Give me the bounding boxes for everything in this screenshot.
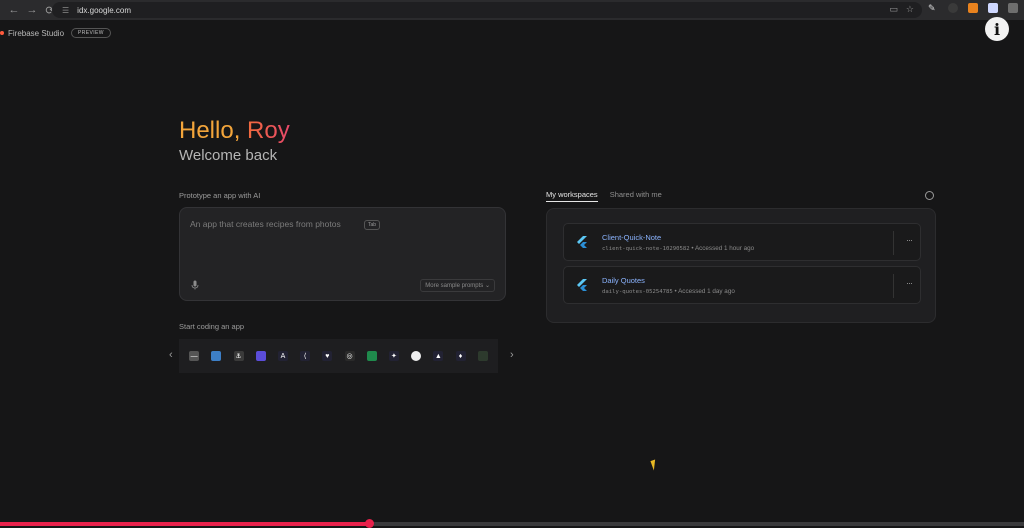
greeting-user-name: Roy <box>247 117 290 144</box>
android-icon[interactable]: ⚓ <box>233 351 244 361</box>
workspace-accessed: Accessed 1 hour ago <box>694 245 755 252</box>
dash-icon[interactable]: — <box>189 351 200 361</box>
more-sample-prompts-button[interactable]: More sample prompts ⌄ <box>420 279 495 292</box>
workspace-row[interactable]: Client-Quick-Note client-quick-note-1029… <box>563 223 921 261</box>
brand-name[interactable]: Firebase Studio <box>8 29 64 38</box>
prompt-placeholder: An app that creates recipes from photos <box>190 219 341 229</box>
nextjs-icon[interactable] <box>255 351 266 361</box>
greeting-hello: Hello, <box>179 117 241 144</box>
extension-dark-icon[interactable] <box>948 3 958 13</box>
app-header: Firebase Studio PREVIEW <box>0 26 111 40</box>
prototype-label: Prototype an app with AI <box>179 191 261 200</box>
extension-orange-icon[interactable] <box>968 3 978 13</box>
vue-icon[interactable] <box>366 351 377 361</box>
angular-icon[interactable]: ▲ <box>433 351 444 361</box>
template-carousel: — ⚓ A ⟨ ♥ ◎ ✦ ▲ ♦ <box>179 339 498 373</box>
tab-hint-chip: Tab <box>364 220 381 230</box>
blank-icon[interactable] <box>477 351 488 361</box>
video-progress-fill <box>0 522 369 526</box>
more-options-icon[interactable]: ··· <box>906 278 913 288</box>
site-info-icon[interactable]: ☰ <box>62 6 69 15</box>
workspace-list: Client-Quick-Note client-quick-note-1029… <box>546 208 936 323</box>
mouse-cursor-icon <box>650 459 659 471</box>
greeting-heading: Hello, Roy <box>179 117 290 145</box>
github-icon[interactable]: ◎ <box>344 351 355 361</box>
svelte-icon[interactable]: ♥ <box>322 351 333 361</box>
tab-my-workspaces[interactable]: My workspaces <box>546 190 598 202</box>
back-arrow-icon[interactable]: ← <box>6 2 22 18</box>
extensions-area: ✎ <box>928 3 1018 13</box>
chevron-down-icon: ⌄ <box>484 283 490 289</box>
workspace-meta: client-quick-note-10290582 • Accessed 1 … <box>602 245 754 252</box>
workspace-meta: daily-quotes-05254785 • Accessed 1 day a… <box>602 288 735 295</box>
tab-shared-with-me[interactable]: Shared with me <box>610 190 662 202</box>
node-icon[interactable]: ♦ <box>455 351 466 361</box>
meta-separator: • <box>691 245 694 252</box>
more-options-icon[interactable]: ··· <box>906 235 913 245</box>
flutter-logo-icon <box>577 279 587 291</box>
cast-icon[interactable]: ▭ <box>889 4 898 15</box>
row-divider <box>893 231 894 255</box>
browser-toolbar: ← → ⟳ ☰ idx.google.com ▭ ☆ ✎ <box>0 0 1024 20</box>
astro-icon[interactable]: A <box>277 351 288 361</box>
firebase-logo-icon <box>0 31 4 35</box>
bookmark-star-icon[interactable]: ☆ <box>906 4 914 15</box>
workspace-accessed: Accessed 1 day ago <box>678 288 735 295</box>
meta-separator: • <box>674 288 677 295</box>
workspace-tabs: My workspaces Shared with me <box>546 190 662 202</box>
prompt-input[interactable]: An app that creates recipes from photos … <box>179 207 506 301</box>
more-sample-prompts-label: More sample prompts <box>425 283 484 289</box>
kotlin-icon[interactable]: ✦ <box>388 351 399 361</box>
extension-puzzle-icon[interactable] <box>1008 3 1018 13</box>
video-progress-bar[interactable] <box>0 519 1024 528</box>
address-bar[interactable]: ☰ idx.google.com ▭ ☆ <box>52 2 922 18</box>
workspace-name[interactable]: Client-Quick-Note <box>602 233 661 242</box>
templates-prev-arrow-icon[interactable]: ‹ <box>169 349 173 361</box>
microphone-icon[interactable] <box>191 280 199 292</box>
welcome-subtitle: Welcome back <box>179 147 278 164</box>
preview-badge: PREVIEW <box>71 28 111 38</box>
video-progress-handle[interactable] <box>365 519 374 528</box>
workspace-id: daily-quotes-05254785 <box>602 289 673 295</box>
python-icon[interactable] <box>211 351 222 361</box>
info-icon[interactable]: i <box>985 17 1009 41</box>
start-coding-label: Start coding an app <box>179 322 245 331</box>
flutter-logo-icon <box>577 236 587 248</box>
workspace-id: client-quick-note-10290582 <box>602 246 690 252</box>
forward-arrow-icon[interactable]: → <box>24 2 40 18</box>
workspace-name[interactable]: Daily Quotes <box>602 276 645 285</box>
extension-pen-icon[interactable]: ✎ <box>928 3 938 13</box>
row-divider <box>893 274 894 298</box>
extension-doc-icon[interactable] <box>988 3 998 13</box>
templates-next-arrow-icon[interactable]: › <box>510 349 514 361</box>
address-url: idx.google.com <box>77 5 131 15</box>
refresh-circle-icon[interactable] <box>925 191 934 200</box>
flutter-icon[interactable]: ⟨ <box>300 351 311 361</box>
go-icon[interactable] <box>411 351 422 361</box>
workspace-row[interactable]: Daily Quotes daily-quotes-05254785 • Acc… <box>563 266 921 304</box>
